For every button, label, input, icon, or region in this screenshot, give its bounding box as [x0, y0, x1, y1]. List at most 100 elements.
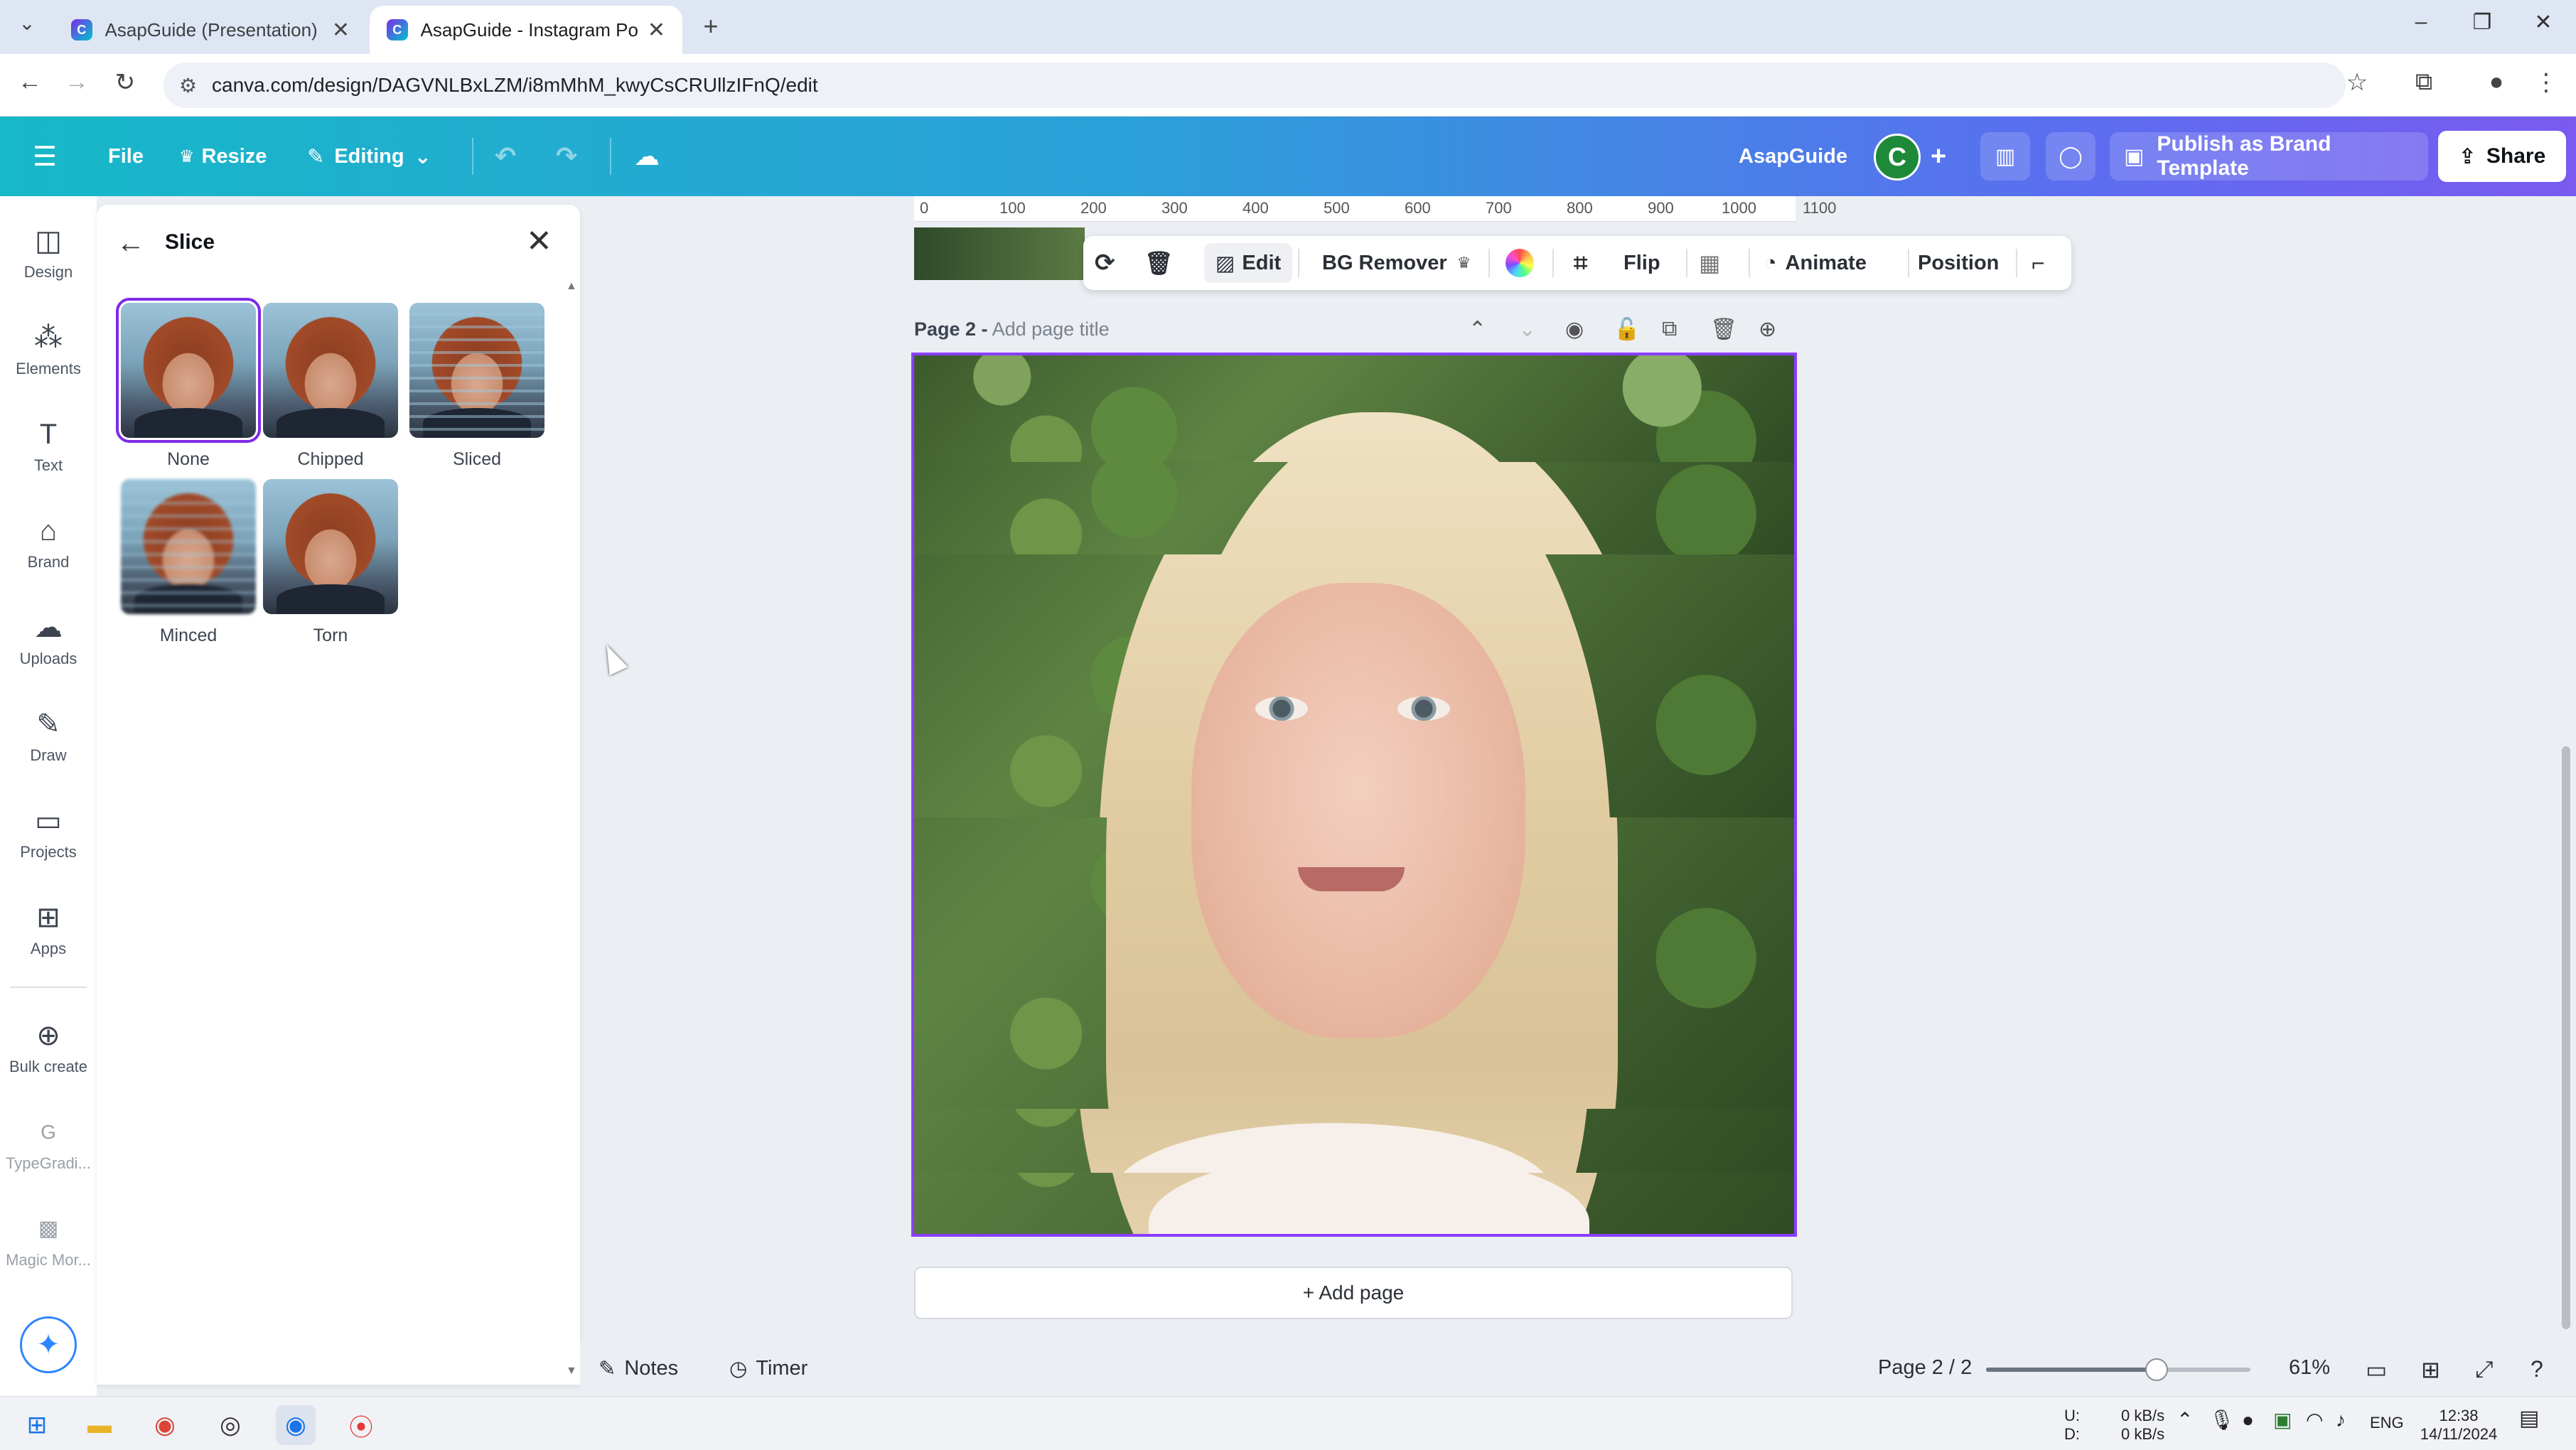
- forward-arrow-icon[interactable]: →: [60, 68, 94, 96]
- duplicate-page-icon[interactable]: ⧉: [1662, 317, 1677, 341]
- back-arrow-icon[interactable]: ←: [13, 68, 47, 96]
- page-up-chevron-icon[interactable]: ⌃: [1469, 317, 1486, 342]
- comments-icon[interactable]: ◯: [2046, 132, 2095, 181]
- trash-icon[interactable]: 🗑: [1144, 236, 1174, 290]
- position-button[interactable]: Position: [1918, 236, 1999, 290]
- tray-chevron-icon[interactable]: ⌃: [2177, 1410, 2193, 1430]
- publish-brand-template-button[interactable]: ▣ Publish as Brand Template: [2110, 132, 2428, 181]
- timer-button[interactable]: ◷ Timer: [729, 1356, 807, 1381]
- rail-item-uploads[interactable]: ☁ Uploads: [0, 610, 97, 668]
- cloud-saved-icon[interactable]: ☁: [634, 138, 660, 175]
- rail-item-apps[interactable]: ⊞ Apps: [0, 900, 97, 958]
- effect-option-minced[interactable]: Minced: [121, 479, 256, 646]
- rail-item-magic-morph[interactable]: ▩ Magic Mor...: [0, 1211, 97, 1269]
- bg-remover-button[interactable]: BG Remover ♛: [1322, 236, 1471, 290]
- clock[interactable]: 12:38 14/11/2024: [2420, 1407, 2498, 1444]
- zoom-percentage[interactable]: 61%: [2289, 1356, 2330, 1380]
- insights-chart-icon[interactable]: ▥: [1980, 132, 2030, 181]
- grid-view-icon[interactable]: ⊞: [2421, 1356, 2440, 1383]
- hide-page-icon[interactable]: ◉: [1565, 317, 1584, 342]
- recorder-icon[interactable]: ⦿: [341, 1405, 381, 1445]
- page-counter[interactable]: Page 2 / 2: [1878, 1356, 1972, 1380]
- chrome-active-icon[interactable]: ◉: [276, 1405, 316, 1445]
- previous-page-preview[interactable]: [914, 227, 1085, 280]
- add-page-icon[interactable]: ⊕: [1759, 317, 1776, 342]
- url-field[interactable]: ⚙ canva.com/design/DAGVNLBxLZM/i8mMhM_kw…: [163, 63, 2346, 108]
- page-down-chevron-icon[interactable]: ⌄: [1518, 317, 1536, 342]
- lock-page-icon[interactable]: 🔓: [1614, 317, 1640, 342]
- scroll-up-arrow-icon[interactable]: ▲: [566, 280, 577, 293]
- close-icon[interactable]: ✕: [526, 223, 552, 259]
- volume-icon[interactable]: ♪: [2336, 1410, 2346, 1430]
- close-tab-icon[interactable]: ✕: [648, 18, 665, 43]
- rail-item-typegradient[interactable]: G TypeGradi...: [0, 1115, 97, 1173]
- scroll-down-arrow-icon[interactable]: ▼: [566, 1365, 577, 1378]
- hamburger-icon[interactable]: ☰: [33, 138, 57, 175]
- close-tab-icon[interactable]: ✕: [332, 18, 350, 43]
- rail-item-bulk-create[interactable]: ⊕ Bulk create: [0, 1018, 97, 1076]
- effect-option-torn[interactable]: Torn: [263, 479, 398, 646]
- flip-button[interactable]: Flip: [1624, 236, 1660, 290]
- magic-assistant-sparkle-icon[interactable]: ✦: [20, 1316, 77, 1373]
- site-info-icon[interactable]: ⚙: [179, 74, 197, 97]
- close-window-icon[interactable]: ✕: [2522, 10, 2565, 35]
- rail-item-text[interactable]: T Text: [0, 417, 97, 475]
- rail-item-elements[interactable]: ⁂ Elements: [0, 320, 97, 378]
- profile-icon[interactable]: ●: [2479, 68, 2513, 96]
- share-button[interactable]: ⇪ Share: [2438, 131, 2566, 182]
- avatar[interactable]: C: [1874, 134, 1921, 181]
- extensions-icon[interactable]: ⧉: [2407, 68, 2441, 96]
- browser-tab-presentation[interactable]: C AsapGuide (Presentation) - Pre ✕: [54, 6, 367, 54]
- crop-icon[interactable]: ⌗: [1574, 236, 1587, 290]
- add-collaborator-icon[interactable]: +: [1931, 138, 1946, 175]
- rail-item-projects[interactable]: ▭ Projects: [0, 803, 97, 861]
- rail-item-design[interactable]: ◫ Design: [0, 223, 97, 281]
- copy-style-paint-roller-icon[interactable]: ⌐: [2032, 236, 2045, 290]
- zoom-slider-handle[interactable]: [2145, 1358, 2168, 1381]
- rail-item-draw[interactable]: ✎ Draw: [0, 707, 97, 765]
- notifications-icon[interactable]: ▤: [2519, 1408, 2539, 1429]
- fullscreen-icon[interactable]: ⤢: [2475, 1356, 2494, 1383]
- file-menu-button[interactable]: File: [108, 138, 144, 175]
- pages-view-icon[interactable]: ▭: [2366, 1356, 2387, 1383]
- canvas-scrollbar[interactable]: [2562, 746, 2570, 1329]
- reload-icon[interactable]: ↻: [108, 68, 142, 97]
- windows-start-icon[interactable]: ⊞: [17, 1405, 57, 1445]
- effect-option-none[interactable]: None: [116, 298, 261, 470]
- undo-icon[interactable]: ↶: [495, 138, 516, 175]
- microphone-icon[interactable]: 🎙: [2209, 1410, 2235, 1430]
- add-page-button[interactable]: + Add page: [914, 1267, 1793, 1319]
- tab-search-icon[interactable]: ⌄: [10, 11, 44, 35]
- app-icon[interactable]: ◎: [210, 1405, 250, 1445]
- new-tab-icon[interactable]: +: [694, 11, 728, 41]
- wifi-icon[interactable]: ◠: [2306, 1410, 2323, 1430]
- page-title-input[interactable]: Add page title: [992, 318, 1110, 340]
- browser-tab-instagram-post[interactable]: C AsapGuide - Instagram Post ✕: [370, 6, 682, 54]
- design-page-canvas[interactable]: [911, 353, 1797, 1237]
- file-explorer-icon[interactable]: ▬: [80, 1405, 119, 1445]
- rail-item-brand[interactable]: ⌂ Brand: [0, 513, 97, 571]
- zoom-slider[interactable]: [1986, 1358, 2250, 1381]
- language-indicator[interactable]: ENG: [2370, 1414, 2404, 1432]
- record-icon[interactable]: ●: [2242, 1410, 2254, 1430]
- design-name[interactable]: AsapGuide: [1739, 138, 1847, 175]
- delete-page-icon[interactable]: 🗑: [1710, 317, 1737, 342]
- app-tray-icon[interactable]: ▣: [2273, 1410, 2292, 1430]
- notes-button[interactable]: ✎ Notes: [599, 1356, 678, 1381]
- replace-image-icon[interactable]: ⟳: [1095, 236, 1115, 290]
- color-adjust-icon[interactable]: [1506, 249, 1534, 277]
- browser-menu-icon[interactable]: ⋮: [2529, 68, 2563, 97]
- sliced-portrait-photo[interactable]: [914, 355, 1794, 1234]
- transparency-icon[interactable]: ▦: [1699, 236, 1720, 290]
- minimize-window-icon[interactable]: –: [2400, 10, 2442, 34]
- bookmark-star-icon[interactable]: ☆: [2340, 68, 2374, 97]
- editing-mode-dropdown[interactable]: ✎ Editing ⌄: [307, 138, 431, 175]
- effect-option-chipped[interactable]: Chipped: [263, 303, 398, 470]
- effect-option-sliced[interactable]: Sliced: [409, 303, 544, 470]
- animate-button[interactable]: ◔ Animate: [1764, 236, 1867, 290]
- chrome-icon[interactable]: ◉: [145, 1405, 185, 1445]
- resize-button[interactable]: ♛ Resize: [179, 138, 267, 175]
- restore-window-icon[interactable]: ❐: [2461, 10, 2503, 35]
- back-arrow-icon[interactable]: ←: [117, 227, 145, 259]
- help-icon[interactable]: ?: [2531, 1356, 2543, 1382]
